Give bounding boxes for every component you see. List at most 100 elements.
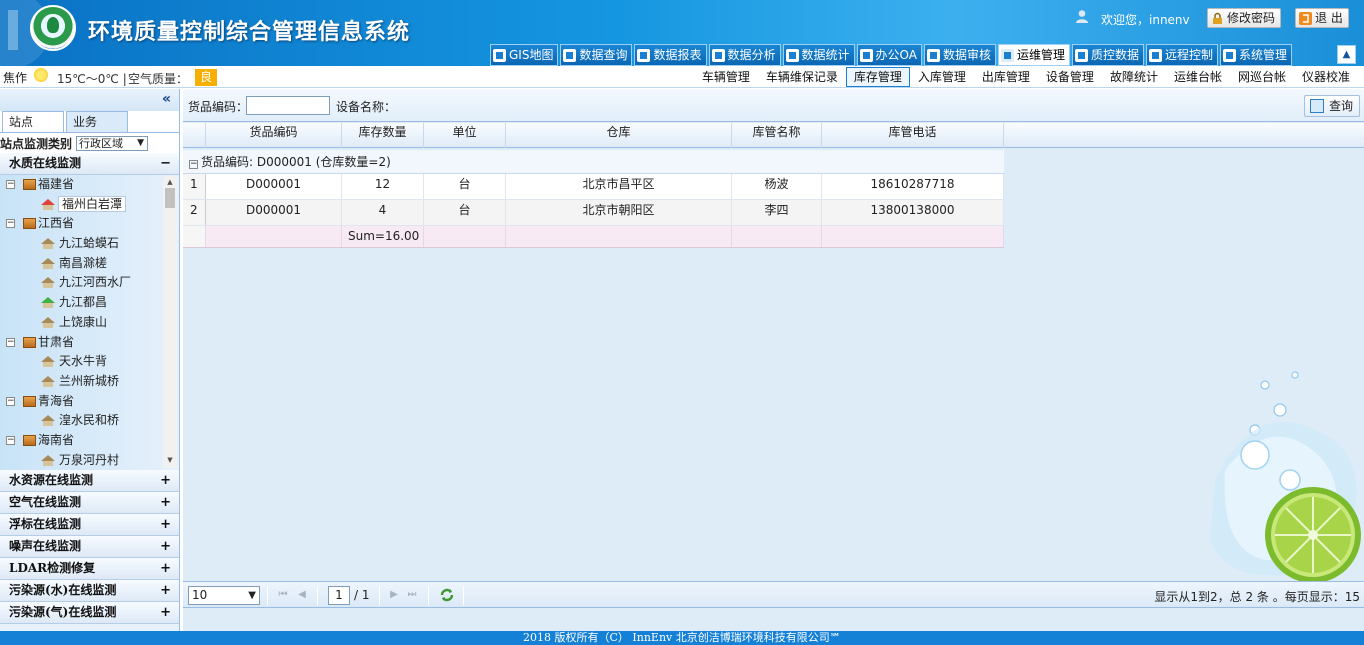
tree-province[interactable]: − 甘肃省 [0,333,164,353]
submenu-item[interactable]: 入库管理 [910,67,974,87]
tree-label: 南昌滁槎 [59,255,108,270]
nav-tab-0[interactable]: GIS地图 [490,44,559,66]
code-input[interactable] [246,96,330,115]
page-size-select[interactable]: 10 [188,586,260,605]
tree-site[interactable]: 九江都昌 [0,293,164,313]
column-header[interactable] [183,123,206,148]
tree-label: 上饶康山 [59,314,108,329]
change-password-button[interactable]: 修改密码 [1207,8,1282,28]
collapse-icon[interactable]: − [189,160,198,169]
tree-label: 九江河西水厂 [59,275,132,290]
collapse-header-button[interactable]: ▲ [1337,45,1356,64]
submenu-item[interactable]: 库存管理 [845,67,910,87]
tree-site[interactable]: 九江河西水厂 [0,273,164,293]
sidebar-group[interactable]: 噪声在线监测 + [0,536,179,558]
collapse-icon[interactable]: − [6,180,15,189]
submenu-item[interactable]: 网巡台帐 [1230,67,1294,87]
tab-site[interactable]: 站点 [2,111,64,132]
nav-tab-7[interactable]: 运维管理 [998,44,1071,66]
nav-tab-label: 数据统计 [801,48,850,62]
collapse-icon[interactable]: − [6,435,15,445]
sidebar-group[interactable]: 污染源(水)在线监测 + [0,580,179,602]
station-icon [41,375,55,387]
submenu-item[interactable]: 仪器校准 [1294,67,1358,87]
column-header[interactable]: 货品编码 [206,123,342,148]
nav-tab-8[interactable]: 质控数据 [1072,44,1145,66]
tree-site[interactable]: 湟水民和桥 [0,411,164,431]
sidebar-group[interactable]: 浮标在线监测 + [0,514,179,536]
table-row[interactable]: 2 D000001 4 台北京市朝阳区 李四 13800138000 [183,200,1004,226]
column-header[interactable]: 库存数量 [342,123,424,148]
station-icon [41,277,55,289]
column-header[interactable]: 库管名称 [732,123,822,148]
scroll-thumb[interactable] [165,188,175,208]
sidebar-group[interactable]: 空气在线监测 + [0,492,179,514]
nav-tab-label: GIS地图 [509,48,554,62]
nav-tab-1[interactable]: 数据查询 [560,44,633,66]
submenu-item[interactable]: 故障统计 [1102,67,1166,87]
nav-tab-6[interactable]: 数据审核 [923,44,996,66]
pagination-bar: 10 ⏮ ◀ 1 / 1 ▶ ⏭ 显示从1到2，总 2 条 。每页显示：15 [183,581,1364,608]
tree-scrollbar[interactable]: ▲ ▼ [163,176,177,468]
category-select[interactable]: 行政区域 [76,135,149,151]
scroll-down-icon[interactable]: ▼ [163,454,177,466]
sidebar-collapse-button[interactable]: « [0,89,179,111]
tree-site[interactable]: 万泉河丹村 [0,451,164,470]
tree-site[interactable]: 九江蛤蟆石 [0,234,164,254]
nav-tab-10[interactable]: 系统管理 [1220,44,1293,66]
tree-site[interactable]: 兰州新城桥 [0,372,164,392]
submenu-item[interactable]: 运维台帐 [1166,67,1230,87]
tree-site[interactable]: 南昌滁槎 [0,254,164,274]
tree-label: 天水牛背 [59,354,108,369]
column-header[interactable]: 库管电话 [822,123,1004,148]
submenu-item[interactable]: 设备管理 [1038,67,1102,87]
submenu-item[interactable]: 车辆管理 [694,67,758,87]
tree-province[interactable]: − 江西省 [0,214,164,234]
submenu-item[interactable]: 出库管理 [974,67,1038,87]
tree-province[interactable]: − 福建省 [0,175,164,195]
tab-business[interactable]: 业务 [66,111,128,132]
collapse-icon[interactable]: − [6,396,15,406]
nav-tab-4[interactable]: 数据统计 [782,44,855,66]
sidebar-group[interactable]: 污染源(气)在线监测 + [0,602,179,624]
scroll-track[interactable] [163,208,177,454]
scroll-up-icon[interactable]: ▲ [163,176,177,188]
nav-tab-label: 数据审核 [942,48,991,62]
tree-site[interactable]: 上饶康山 [0,313,164,333]
nav-tab-5[interactable]: 办公OA [856,44,922,66]
water-lime-decoration [1210,371,1361,583]
sidebar-group[interactable]: 水资源在线监测 + [0,470,179,492]
column-header[interactable]: 单位 [424,123,506,148]
sum-value: Sum=16.00 [342,226,424,247]
group-water-quality[interactable]: 水质在线监测 − [0,153,179,175]
last-page-icon[interactable]: ⏭ [405,588,419,602]
nav-tab-9[interactable]: 远程控制 [1146,44,1219,66]
tree-site[interactable]: 福州白岩潭 [0,195,164,215]
grid-header: 货品编码 库存数量 单位 仓库 库管名称 库管电话 [183,123,1364,148]
nav-tab-2[interactable]: 数据报表 [634,44,707,66]
sun-icon [34,68,48,82]
tree-site[interactable]: 天水牛背 [0,352,164,372]
submenu-item[interactable]: 车辆维保记录 [758,67,846,87]
station-icon [41,238,55,250]
tree-province[interactable]: − 海南省 [0,431,164,451]
prev-page-icon[interactable]: ◀ [295,588,309,602]
next-page-icon[interactable]: ▶ [387,588,401,602]
first-page-icon[interactable]: ⏮ [276,588,290,602]
nav-tab-3[interactable]: 数据分析 [708,44,781,66]
collapse-icon[interactable]: − [6,219,15,229]
tree-province[interactable]: − 青海省 [0,392,164,412]
table-row[interactable]: 1 D000001 12 台北京市昌平区 杨波 18610287718 [183,174,1004,200]
site-tree: − 福建省 福州白岩潭 − 江西省 九江蛤蟆石 南昌滁槎九江河西水厂九江都昌 上饶康山 − 甘肃省… [0,175,179,470]
sidebar: « 站点 业务 站点监测类别 行政区域 水质在线监测 − − 福建省福州白岩潭 − 江西… [0,89,180,631]
table-cell: 12 [342,174,424,199]
logout-button[interactable]: 退 出 [1295,8,1349,28]
page-number-input[interactable]: 1 [328,586,350,605]
sidebar-group[interactable]: LDAR检测修复 + [0,558,179,580]
group-row[interactable]: − 货品编码: D000001 (仓库数量=2) [183,150,1004,174]
query-button[interactable]: 查询 [1304,95,1360,117]
column-header[interactable]: 仓库 [506,123,732,148]
grid-body: 1 D000001 12 台北京市昌平区 杨波 18610287718 2 D000001 4 台… [183,174,1364,226]
collapse-icon[interactable]: − [6,337,15,347]
refresh-icon[interactable] [439,587,455,603]
